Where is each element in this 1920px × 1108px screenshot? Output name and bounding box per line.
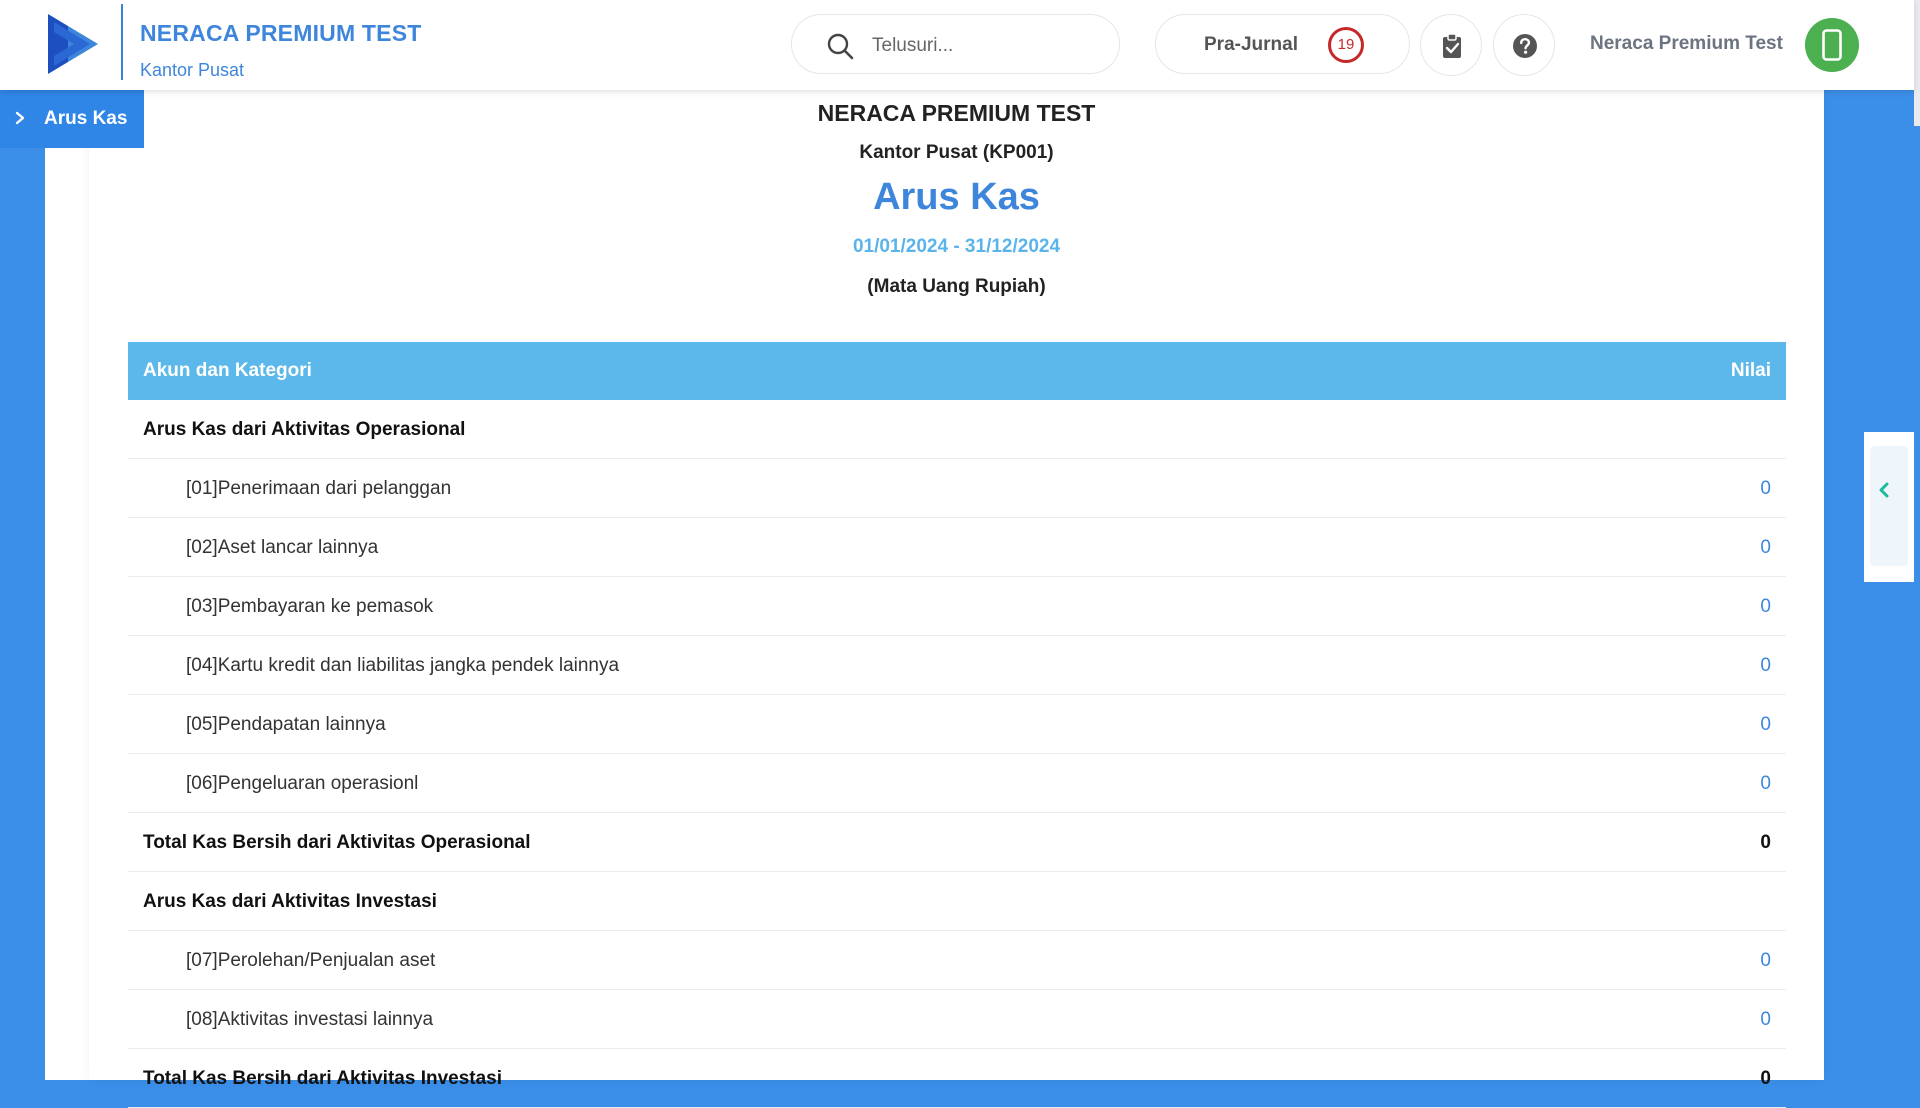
table-row: Arus Kas dari Aktivitas Operasional [128,400,1786,459]
row-total-value: 0 [1760,1068,1771,1089]
table-row-total: Total Kas Bersih dari Aktivitas Operasio… [128,813,1786,872]
branch-name[interactable]: Kantor Pusat [140,60,244,81]
report-title: Arus Kas [873,176,1040,218]
report-card: NERACA PREMIUM TEST Kantor Pusat (KP001)… [89,90,1824,1108]
column-header-account: Akun dan Kategori [143,360,312,381]
row-value-link[interactable]: 0 [1760,950,1771,972]
row-total-value: 0 [1760,832,1771,853]
row-name: Total Kas Bersih dari Aktivitas Investas… [143,1068,503,1089]
row-value-link[interactable]: 0 [1760,714,1771,736]
play-logo-icon[interactable] [46,12,100,76]
report-period: 01/01/2024 - 31/12/2024 [852,236,1061,257]
search-input[interactable] [870,30,1104,62]
pra-jurnal-count-badge: 19 [1328,27,1364,63]
row-name: Arus Kas dari Aktivitas Operasional [143,419,466,440]
table-row[interactable]: [03]Pembayaran ke pemasok 0 [128,577,1786,636]
column-header-value: Nilai [1730,360,1771,381]
pra-jurnal-label: Pra-Jurnal [1204,34,1298,55]
table-row[interactable]: [07]Perolehan/Penjualan aset 0 [128,931,1786,990]
table-row[interactable]: [05]Pendapatan lainnya 0 [128,695,1786,754]
breadcrumb-label: Arus Kas [44,108,128,129]
row-name: [03]Pembayaran ke pemasok [186,596,434,617]
report-company: NERACA PREMIUM TEST [817,100,1096,126]
pra-jurnal-button[interactable]: Pra-Jurnal 19 [1155,14,1410,74]
report-branch: Kantor Pusat (KP001) [859,142,1054,163]
side-toggle-inner [1870,446,1908,566]
main-panel: NERACA PREMIUM TEST Kantor Pusat (KP001)… [45,90,1824,1108]
row-value-link[interactable]: 0 [1760,655,1771,677]
row-name: [07]Perolehan/Penjualan aset [186,950,436,971]
report-currency: (Mata Uang Rupiah) [867,276,1046,297]
row-name: [08]Aktivitas investasi lainnya [186,1009,434,1030]
company-name[interactable]: NERACA PREMIUM TEST [140,20,422,47]
row-value-link[interactable]: 0 [1760,537,1771,559]
top-header: NERACA PREMIUM TEST Kantor Pusat Pra-Jur… [0,0,1914,90]
logo-divider [121,4,123,80]
search-icon [827,33,854,60]
scrollbar-thumb[interactable] [1914,126,1920,1080]
row-value-link[interactable]: 0 [1760,1009,1771,1031]
cashflow-table: Akun dan Kategori Nilai Arus Kas dari Ak… [128,342,1786,1108]
table-row: Arus Kas dari Aktivitas Investasi [128,872,1786,931]
clipboard-button[interactable] [1420,14,1482,76]
table-row[interactable]: [06]Pengeluaran operasionl 0 [128,754,1786,813]
chevron-left-icon [1879,482,1889,498]
table-row[interactable]: [02]Aset lancar lainnya 0 [128,518,1786,577]
search-box[interactable] [791,14,1120,74]
row-name: Total Kas Bersih dari Aktivitas Operasio… [143,832,531,853]
help-button[interactable] [1493,14,1555,76]
clipboard-check-icon [1443,33,1461,58]
row-name: [04]Kartu kredit dan liabilitas jangka p… [186,655,620,676]
side-panel-toggle[interactable] [1864,432,1914,582]
row-name: [01]Penerimaan dari pelanggan [186,478,452,499]
table-row[interactable]: [08]Aktivitas investasi lainnya 0 [128,990,1786,1049]
row-name: [02]Aset lancar lainnya [186,537,379,558]
table-row[interactable]: [01]Penerimaan dari pelanggan 0 [128,459,1786,518]
chevron-right-icon [15,111,25,125]
avatar[interactable] [1805,18,1859,72]
phone-icon [1822,29,1842,61]
row-name: [05]Pendapatan lainnya [186,714,386,735]
table-row[interactable]: [04]Kartu kredit dan liabilitas jangka p… [128,636,1786,695]
row-name: Arus Kas dari Aktivitas Investasi [143,891,437,912]
row-name: [06]Pengeluaran operasionl [186,773,419,794]
row-value-link[interactable]: 0 [1760,596,1771,618]
table-header: Akun dan Kategori Nilai [128,342,1786,400]
breadcrumb[interactable]: Arus Kas [0,90,144,148]
row-value-link[interactable]: 0 [1760,478,1771,500]
user-name[interactable]: Neraca Premium Test [1590,33,1783,55]
question-circle-icon [1513,34,1537,58]
row-value-link[interactable]: 0 [1760,773,1771,795]
table-row-total: Total Kas Bersih dari Aktivitas Investas… [128,1049,1786,1108]
